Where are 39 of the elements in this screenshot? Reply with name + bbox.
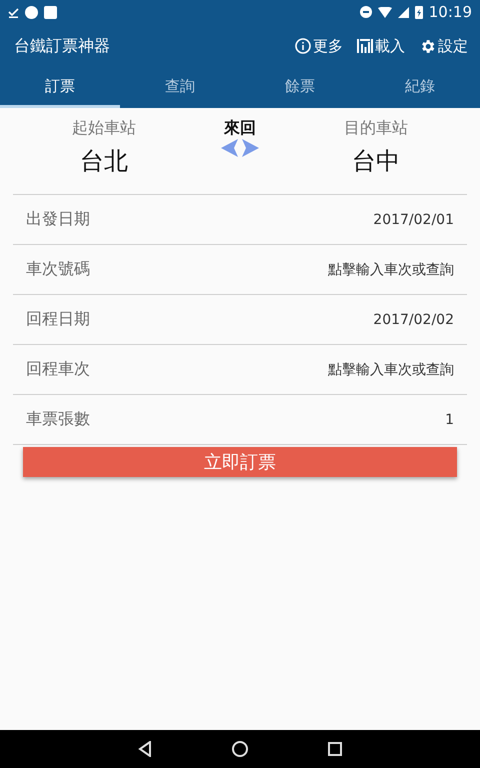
destination-station[interactable]: 台中 bbox=[352, 145, 400, 177]
field-label: 車票張數 bbox=[26, 409, 90, 430]
circle-icon bbox=[25, 6, 38, 18]
do-not-disturb-icon bbox=[360, 6, 372, 18]
destination-label: 目的車站 bbox=[344, 118, 408, 139]
field-label: 車次號碼 bbox=[26, 259, 90, 280]
signal-icon bbox=[398, 6, 409, 18]
clock: 10:19 bbox=[428, 3, 472, 21]
toolbar-action[interactable]: 更多 bbox=[287, 36, 343, 56]
book-button[interactable]: 立即訂票 bbox=[23, 447, 457, 477]
tab[interactable]: 紀錄 bbox=[360, 68, 480, 108]
field-value[interactable]: 點擊輸入車次或查詢 bbox=[328, 360, 454, 378]
field-label: 回程日期 bbox=[26, 309, 90, 330]
battery-icon bbox=[414, 6, 423, 18]
toolbar-action[interactable]: 載入 bbox=[349, 36, 405, 56]
field-value[interactable]: 2017/02/02 bbox=[373, 312, 454, 328]
square-icon bbox=[44, 6, 57, 18]
field-value[interactable]: 點擊輸入車次或查詢 bbox=[328, 260, 454, 278]
app-title: 台鐵訂票神器 bbox=[14, 36, 110, 56]
home-icon[interactable] bbox=[232, 741, 248, 757]
download-done-icon bbox=[8, 6, 19, 18]
swap-icon[interactable] bbox=[221, 139, 259, 157]
settings-icon bbox=[419, 38, 436, 54]
origin-label: 起始車站 bbox=[72, 118, 136, 139]
wifi-icon bbox=[378, 6, 392, 18]
info-icon bbox=[295, 38, 311, 54]
tab[interactable]: 查詢 bbox=[120, 68, 240, 108]
toolbar-action[interactable]: 設定 bbox=[411, 36, 468, 56]
origin-station[interactable]: 台北 bbox=[80, 145, 128, 177]
field-label: 出發日期 bbox=[26, 209, 90, 230]
recents-icon[interactable] bbox=[328, 742, 342, 756]
trip-type-label: 來回 bbox=[224, 118, 256, 139]
tab[interactable]: 訂票 bbox=[0, 68, 120, 108]
back-icon[interactable] bbox=[138, 741, 152, 757]
field-value[interactable]: 2017/02/01 bbox=[373, 212, 454, 228]
tab[interactable]: 餘票 bbox=[240, 68, 360, 108]
bar-chart-icon bbox=[357, 38, 373, 54]
field-value[interactable]: 1 bbox=[445, 412, 454, 428]
field-label: 回程車次 bbox=[26, 359, 90, 380]
